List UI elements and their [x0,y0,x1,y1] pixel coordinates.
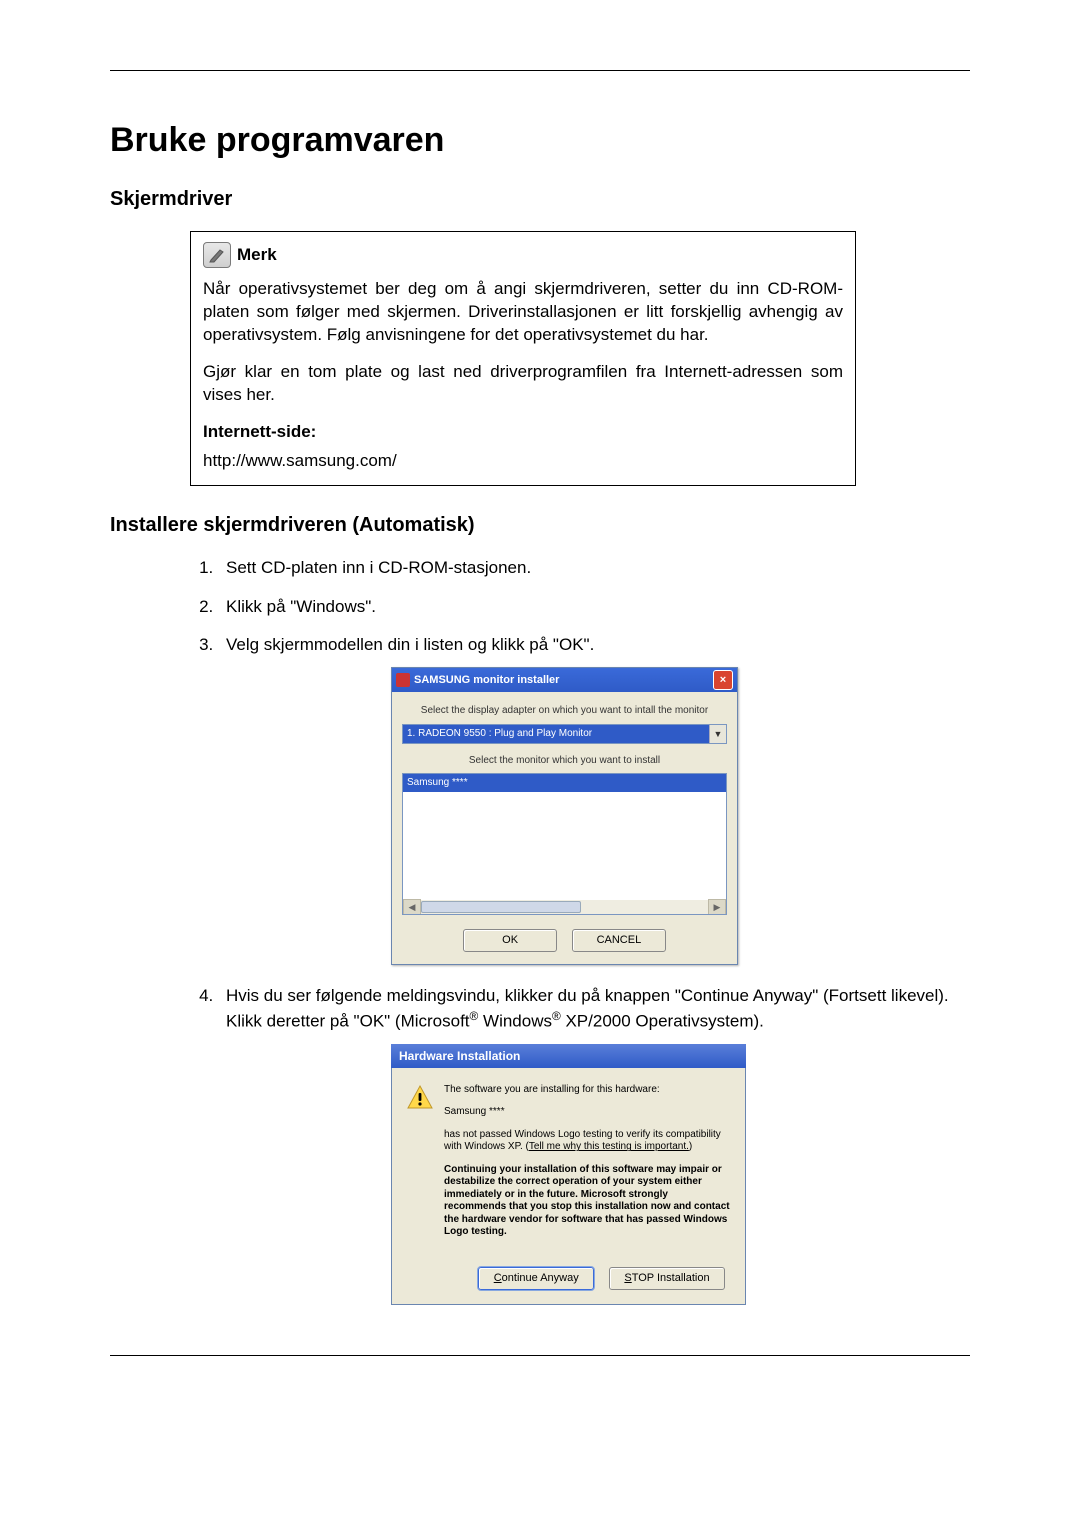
dialog2-text: The software you are installing for this… [444,1084,731,1249]
note-header: Merk [203,242,843,268]
samsung-installer-dialog: SAMSUNG monitor installer × Select the d… [391,667,738,965]
app-icon [396,673,410,687]
close-button[interactable]: × [713,670,733,690]
dialog2-titlebar: Hardware Installation [391,1044,746,1068]
horizontal-scrollbar[interactable]: ◀ ▶ [403,900,726,914]
note-paragraph-2: Gjør klar en tom plate og last ned drive… [203,361,843,407]
monitor-listbox[interactable]: Samsung **** ◀ ▶ [402,773,727,915]
step-4: Hvis du ser følgende meldingsvindu, klik… [218,985,970,1305]
adapter-instruction: Select the display adapter on which you … [402,704,727,718]
reg-mark-1: ® [470,1009,479,1023]
page-title: Bruke programvaren [110,121,970,160]
note-url: http://www.samsung.com/ [203,450,843,473]
section-skjermdriver: Skjermdriver [110,188,970,211]
step-3: Velg skjermmodellen din i listen og klik… [218,634,970,965]
dialog2-button-row: Continue Anyway STOP Installation [406,1249,731,1290]
step-4-text-c: XP/2000 Operativsystem). [561,1012,764,1031]
step-4-text-b: Windows [478,1012,552,1031]
adapter-dropdown[interactable]: 1. RADEON 9550 : Plug and Play Monitor ▼ [402,724,727,744]
adapter-selected: 1. RADEON 9550 : Plug and Play Monitor [403,725,709,743]
scroll-thumb[interactable] [421,901,581,913]
monitor-instruction: Select the monitor which you want to ins… [402,754,727,768]
ok-button[interactable]: OK [463,929,557,952]
dialog2-body: The software you are installing for this… [391,1068,746,1305]
hardware-installation-dialog: Hardware Installation Th [391,1044,746,1305]
hw-line-2: has not passed Windows Logo testing to v… [444,1129,731,1154]
note-site-label: Internett-side: [203,421,843,444]
stop-installation-button[interactable]: STOP Installation [609,1267,725,1290]
monitor-selected-item[interactable]: Samsung **** [403,774,726,792]
continue-anyway-button[interactable]: Continue Anyway [478,1267,594,1290]
scroll-track[interactable] [421,900,708,914]
continue-label: ontinue Anyway [502,1272,579,1284]
dialog-titlebar: SAMSUNG monitor installer × [392,668,737,692]
hw-line-1: The software you are installing for this… [444,1084,731,1097]
step-2: Klikk på "Windows". [218,596,970,619]
hw-line-3: Continuing your installation of this sof… [444,1164,731,1239]
step-3-text: Velg skjermmodellen din i listen og klik… [226,635,594,654]
bottom-rule [110,1355,970,1356]
reg-mark-2: ® [552,1009,561,1023]
stop-label: TOP Installation [632,1272,710,1284]
note-icon [203,242,231,268]
scroll-left-icon[interactable]: ◀ [403,899,421,915]
warning-icon [406,1084,434,1112]
top-rule [110,70,970,71]
dialog-title: SAMSUNG monitor installer [414,673,559,688]
chevron-down-icon[interactable]: ▼ [709,725,726,743]
step-1: Sett CD-platen inn i CD-ROM-stasjonen. [218,557,970,580]
section-install-auto: Installere skjermdriveren (Automatisk) [110,514,970,537]
hw-link[interactable]: Tell me why this testing is important. [529,1141,689,1152]
dialog-body: Select the display adapter on which you … [392,692,737,964]
note-box: Merk Når operativsystemet ber deg om å a… [190,231,856,486]
note-paragraph-1: Når operativsystemet ber deg om å angi s… [203,278,843,347]
dialog-button-row: OK CANCEL [402,915,727,952]
cancel-button[interactable]: CANCEL [572,929,666,952]
hw-device: Samsung **** [444,1106,731,1119]
hw-line-2b: ) [689,1141,692,1152]
scroll-right-icon[interactable]: ▶ [708,899,726,915]
install-steps: Sett CD-platen inn i CD-ROM-stasjonen. K… [190,557,970,1305]
note-label: Merk [237,244,277,267]
